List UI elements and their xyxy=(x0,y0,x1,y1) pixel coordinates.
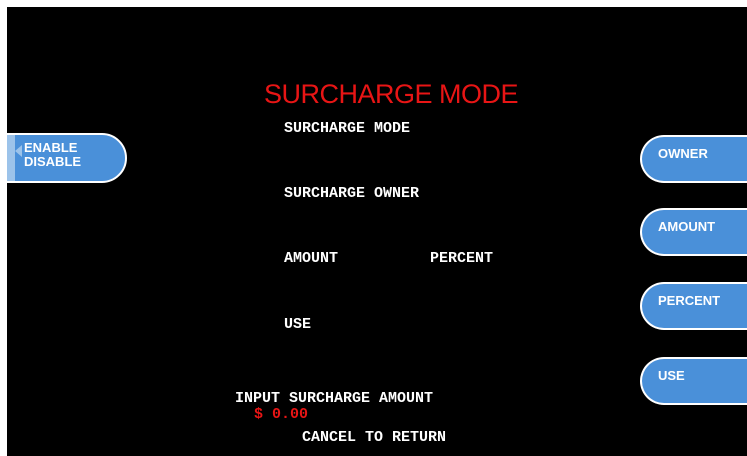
use-button[interactable]: USE xyxy=(640,357,747,405)
disable-label: DISABLE xyxy=(24,154,82,169)
atm-screen: SURCHARGE MODE SURCHARGE MODE SURCHARGE … xyxy=(7,7,747,456)
percent-button[interactable]: PERCENT xyxy=(640,282,747,330)
screen-title: SURCHARGE MODE xyxy=(264,79,519,109)
enable-label: ENABLE xyxy=(24,140,78,155)
amount-label: AMOUNT xyxy=(284,250,339,267)
surcharge-mode-label: SURCHARGE MODE xyxy=(284,120,411,137)
cancel-instruction: CANCEL TO RETURN xyxy=(302,429,447,446)
button-arrow-icon xyxy=(15,145,22,157)
input-prompt: INPUT SURCHARGE AMOUNT xyxy=(235,390,434,407)
enable-disable-button[interactable]: ENABLE DISABLE xyxy=(7,133,127,183)
surcharge-owner-label: SURCHARGE OWNER xyxy=(284,185,420,202)
owner-button[interactable]: OWNER xyxy=(640,135,747,183)
percent-label: PERCENT xyxy=(430,250,494,267)
amount-button[interactable]: AMOUNT xyxy=(640,208,747,256)
surcharge-amount-value: $ 0.00 xyxy=(254,406,309,423)
button-notch xyxy=(7,135,15,181)
use-label: USE xyxy=(284,316,312,333)
